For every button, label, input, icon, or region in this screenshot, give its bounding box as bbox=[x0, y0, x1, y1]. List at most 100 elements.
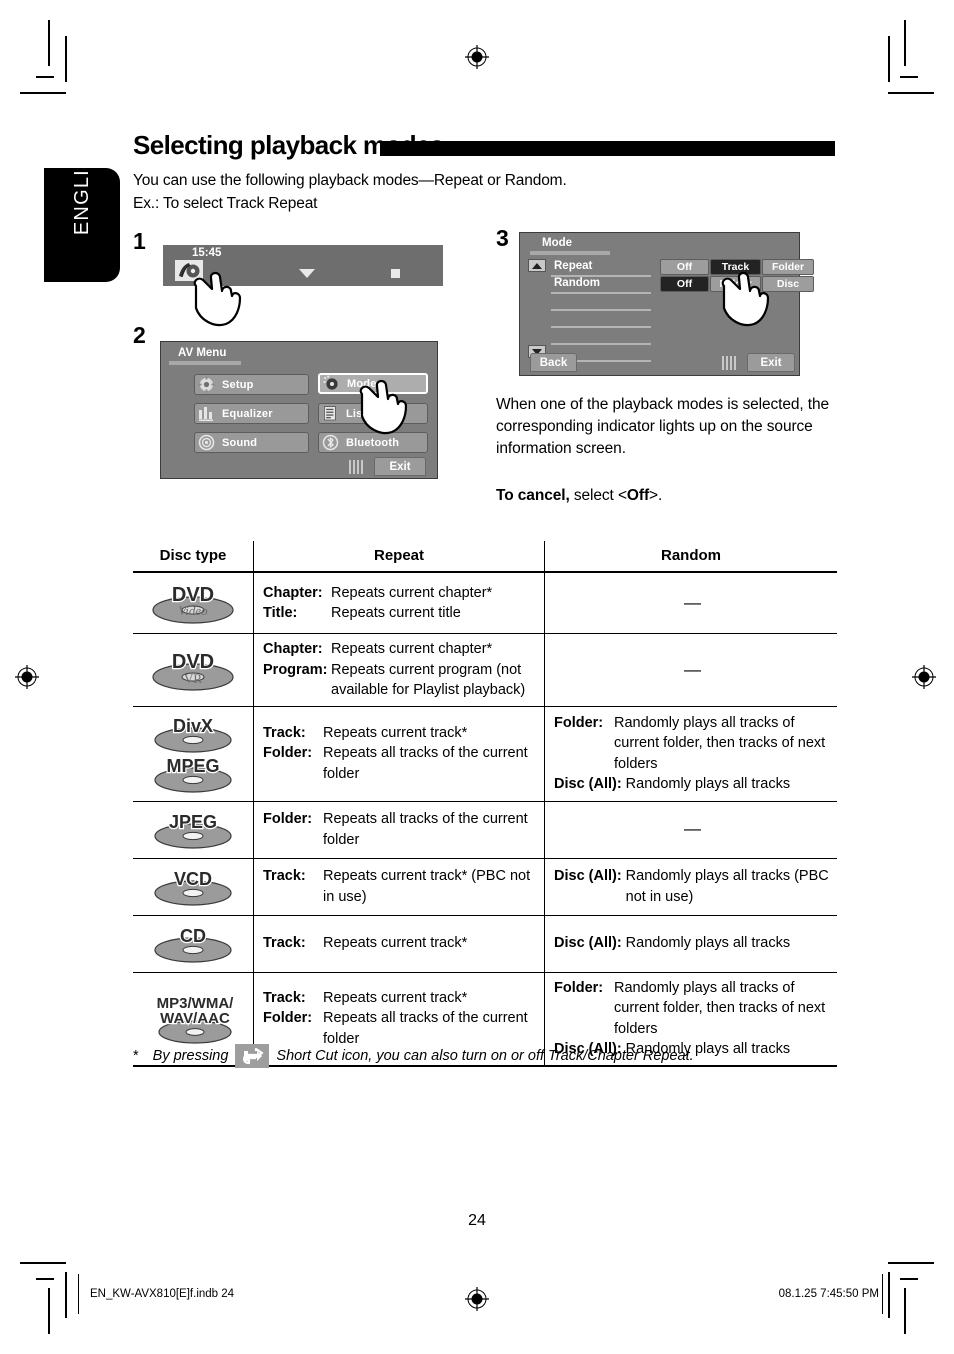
svg-text:Video: Video bbox=[178, 603, 208, 618]
mode-row-rule-empty-2 bbox=[551, 326, 651, 328]
av-menu-title-underline bbox=[169, 361, 241, 365]
desc: Randomly plays all tracks of current fol… bbox=[614, 979, 826, 1037]
random-cell: Disc (All): Randomly plays all tracks bbox=[544, 915, 837, 973]
desc: Repeats current program (not available f… bbox=[331, 661, 526, 699]
term: Chapter: bbox=[263, 641, 323, 657]
hand-pointer-step3 bbox=[714, 268, 782, 328]
term: Track: bbox=[263, 989, 306, 1006]
mode-row-rule-random bbox=[551, 292, 651, 294]
scroll-up-icon[interactable] bbox=[528, 259, 546, 272]
clock-display: 15:45 bbox=[192, 247, 222, 259]
term: Folder: bbox=[554, 714, 604, 731]
random-cell: — bbox=[544, 633, 837, 707]
term: Chapter: bbox=[263, 584, 323, 601]
random-cell: — bbox=[544, 572, 837, 634]
footnote-star: * bbox=[133, 1048, 139, 1064]
step-1-number: 1 bbox=[133, 228, 146, 254]
hand-pointer-step2 bbox=[352, 376, 420, 436]
header-disc-type: Disc type bbox=[133, 541, 254, 573]
menu-button-equalizer[interactable]: Equalizer bbox=[194, 403, 309, 424]
desc: Repeats current track* bbox=[323, 724, 468, 741]
chevron-down-icon[interactable] bbox=[299, 269, 315, 278]
menu-button-bluetooth-label: Bluetooth bbox=[346, 436, 400, 449]
registration-mark-left bbox=[14, 664, 40, 690]
svg-text:VCD: VCD bbox=[174, 869, 212, 889]
exit-button-mode[interactable]: Exit bbox=[747, 353, 795, 372]
random-cell: Disc (All): Randomly plays all tracks (PB… bbox=[544, 858, 837, 916]
term: Folder: bbox=[263, 811, 313, 827]
repeat-cell: Chapter: Repeats current chapter* Title: R… bbox=[253, 572, 545, 634]
intro-line-1: You can use the following playback modes… bbox=[133, 172, 567, 189]
disc-logo-divx-mpeg: DivX MPEG bbox=[133, 706, 254, 802]
disc-logo-dvd-vr: DVD VR bbox=[133, 633, 254, 707]
repeat-cell: Folder: Repeats all tracks of the current… bbox=[253, 801, 545, 859]
term: Disc (All): bbox=[554, 935, 622, 952]
footer-file-info: EN_KW-AVX810[E]f.indb 24 bbox=[90, 1288, 235, 1300]
repeat-option-off[interactable]: Off bbox=[660, 259, 709, 275]
svg-text:JPEG: JPEG bbox=[169, 812, 217, 832]
term: Folder: bbox=[263, 745, 313, 762]
desc: Randomly plays all tracks of current fol… bbox=[614, 714, 826, 772]
table-row: DVD Video Chapter: Repeats current chapte… bbox=[133, 572, 837, 634]
mode-icon bbox=[323, 375, 340, 392]
language-tab: ENGLISH bbox=[44, 139, 120, 282]
term: Folder: bbox=[554, 979, 604, 996]
menu-button-setup[interactable]: Setup bbox=[194, 374, 309, 395]
table-row: DivX MPEG Track: Repeats current track* F… bbox=[133, 706, 837, 802]
screen2-grip-handle bbox=[349, 460, 363, 474]
term: Title: bbox=[263, 605, 298, 621]
footnote: * By pressing Short Cut icon, you can al… bbox=[133, 1044, 694, 1068]
playback-modes-table: Disc type Repeat Random DVD Video Chapte… bbox=[133, 541, 837, 1067]
cancel-end: >. bbox=[649, 487, 663, 504]
step-3-number: 3 bbox=[496, 225, 509, 251]
screen3-grip-handle bbox=[722, 356, 736, 370]
repeat-cell: Track: Repeats current track* bbox=[253, 915, 545, 973]
desc: Repeats current chapter* bbox=[331, 641, 493, 657]
repeat-cell: Track: Repeats current track* Folder: Repe… bbox=[253, 706, 545, 802]
footer-rule-left bbox=[78, 1274, 79, 1314]
menu-button-sound[interactable]: Sound bbox=[194, 432, 309, 453]
term: Track: bbox=[263, 724, 306, 741]
short-cut-icon bbox=[235, 1044, 270, 1068]
desc: Randomly plays all tracks (PBC not in us… bbox=[625, 868, 829, 905]
svg-text:DVD: DVD bbox=[172, 651, 214, 673]
menu-button-setup-label: Setup bbox=[222, 378, 254, 391]
exit-button-av-menu[interactable]: Exit bbox=[374, 457, 426, 476]
cancel-value: Off bbox=[626, 487, 650, 504]
note-paragraph: When one of the playback modes is select… bbox=[496, 396, 830, 457]
table-header-row: Disc type Repeat Random bbox=[133, 541, 837, 573]
random-cell: Folder: Randomly plays all tracks of curr… bbox=[544, 706, 837, 802]
cancel-label: To cancel, bbox=[496, 487, 570, 504]
registration-mark-bottom bbox=[464, 1286, 490, 1312]
desc: Randomly plays all tracks bbox=[625, 776, 791, 792]
gear-icon bbox=[198, 376, 215, 393]
stop-square-icon[interactable] bbox=[391, 269, 400, 278]
mode-row-rule-empty-1 bbox=[551, 309, 651, 311]
svg-text:MPEG: MPEG bbox=[166, 756, 219, 776]
desc: Randomly plays all tracks bbox=[625, 935, 791, 952]
table-row: JPEG Folder: Repeats all tracks of the cu… bbox=[133, 801, 837, 859]
hand-pointer-step1 bbox=[186, 268, 254, 328]
bluetooth-icon bbox=[322, 434, 339, 451]
table-row: DVD VR Chapter: Repeats current chapter* … bbox=[133, 633, 837, 707]
cancel-instruction: To cancel, select <Off>. bbox=[496, 485, 836, 507]
svg-text:DivX: DivX bbox=[173, 716, 213, 736]
menu-button-equalizer-label: Equalizer bbox=[222, 407, 273, 420]
footer-rule-right bbox=[882, 1274, 883, 1314]
mode-title-underline bbox=[530, 251, 610, 255]
desc: Repeats all tracks of the current folder bbox=[323, 811, 528, 848]
random-option-off[interactable]: Off bbox=[660, 276, 709, 292]
repeat-cell: Track: Repeats current track* (PBC not in… bbox=[253, 858, 545, 916]
language-tab-label: ENGLISH bbox=[71, 138, 93, 236]
registration-mark-top bbox=[464, 44, 490, 70]
list-icon bbox=[322, 405, 339, 422]
cancel-rest: select < bbox=[569, 487, 627, 504]
av-menu-title: AV Menu bbox=[178, 347, 227, 359]
desc: Repeats current chapter* bbox=[331, 584, 493, 601]
svg-text:CD: CD bbox=[180, 926, 206, 946]
back-button-mode[interactable]: Back bbox=[530, 353, 577, 372]
desc: Repeats current track* (PBC not in use) bbox=[323, 868, 531, 905]
disc-logo-dvd-video: DVD Video bbox=[133, 572, 254, 634]
heading-rule bbox=[380, 141, 835, 156]
svg-text:WAV/AAC: WAV/AAC bbox=[160, 1010, 230, 1027]
